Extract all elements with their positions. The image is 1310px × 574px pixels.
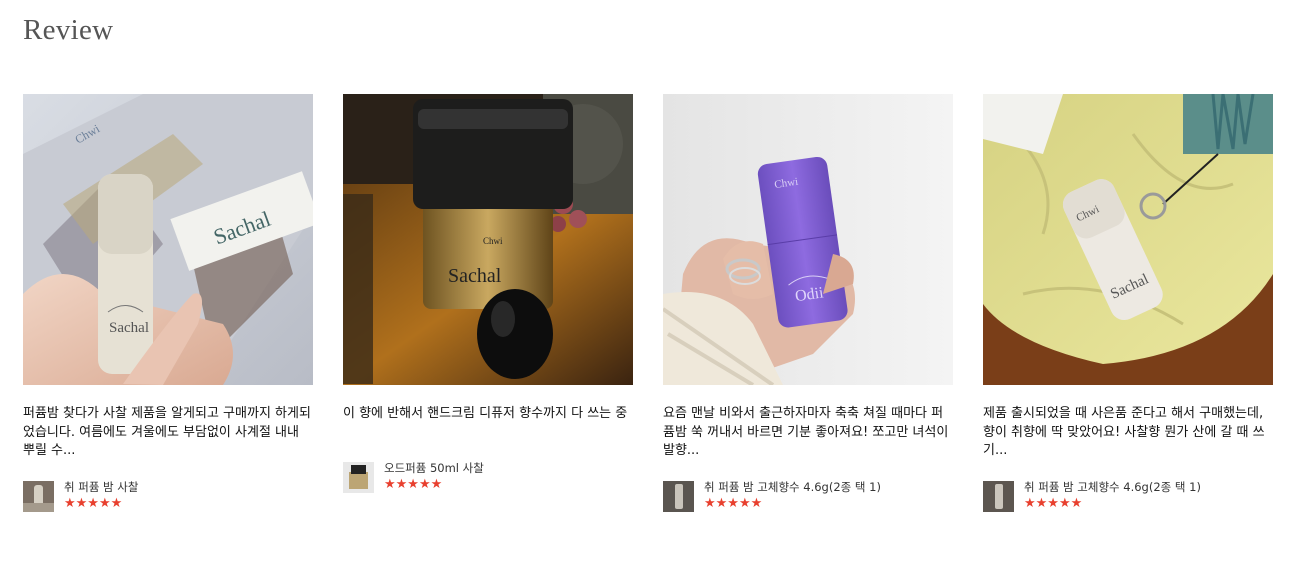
review-photo-image: Chwi Odii xyxy=(663,94,953,385)
product-thumbnail[interactable] xyxy=(663,481,694,512)
product-info: 취 퍼퓸 밤 고체향수 4.6g(2종 택 1) ★★★★★ xyxy=(663,480,953,512)
bottle-brand-text: Chwi xyxy=(483,236,503,246)
product-info: 취 퍼퓸 밤 사찰 ★★★★★ xyxy=(23,480,313,512)
product-name[interactable]: 오드퍼퓸 50ml 사찰 xyxy=(384,461,484,475)
section-title: Review xyxy=(23,14,114,46)
product-name[interactable]: 취 퍼퓸 밤 고체향수 4.6g(2종 택 1) xyxy=(1024,480,1201,494)
review-photo[interactable]: Chwi Sachal xyxy=(343,94,633,385)
review-card[interactable]: Sachal Chwi Sachal 퍼퓸밤 찾다가 사찰 제품을 알게되고 구… xyxy=(23,94,313,512)
review-photo[interactable]: Chwi Sachal xyxy=(983,94,1273,385)
product-thumbnail[interactable] xyxy=(23,481,54,512)
product-info: 취 퍼퓸 밤 고체향수 4.6g(2종 택 1) ★★★★★ xyxy=(983,480,1273,512)
review-text[interactable]: 이 향에 반해서 핸드크림 디퓨저 향수까지 다 쓰는 중 xyxy=(343,405,633,443)
review-photo[interactable]: Chwi Odii xyxy=(663,94,953,385)
stick-label-text: Sachal xyxy=(109,320,149,336)
review-photo-image: Chwi Sachal xyxy=(343,94,633,385)
review-card[interactable]: Chwi Sachal 제품 출시되었을 때 사은품 준다고 해서 구매했는데,… xyxy=(983,94,1273,512)
product-thumbnail[interactable] xyxy=(983,481,1014,512)
review-card[interactable]: Chwi Sachal 이 향에 반해서 핸드크림 디퓨저 향수까지 다 쓰는 … xyxy=(343,94,633,493)
rating-stars: ★★★★★ xyxy=(64,496,123,511)
review-text[interactable]: 요즘 맨날 비와서 출근하자마자 축축 쳐질 때마다 퍼퓸밤 쑥 꺼내서 바르면… xyxy=(663,405,953,461)
product-thumbnail[interactable] xyxy=(343,462,374,493)
review-photo-image: Chwi Sachal xyxy=(983,94,1273,385)
bottle-label-text: Sachal xyxy=(448,265,502,287)
review-text[interactable]: 제품 출시되었을 때 사은품 준다고 해서 구매했는데, 향이 취향에 딱 맞았… xyxy=(983,405,1273,461)
review-card[interactable]: Chwi Odii 요즘 맨날 비와서 출근하자마자 축축 쳐질 때마다 퍼퓸밤… xyxy=(663,94,953,512)
product-info: 오드퍼퓸 50ml 사찰 ★★★★★ xyxy=(343,461,633,493)
review-text[interactable]: 퍼퓸밤 찾다가 사찰 제품을 알게되고 구매까지 하게되었습니다. 여름에도 겨… xyxy=(23,405,313,461)
rating-stars: ★★★★★ xyxy=(1024,496,1083,511)
product-name[interactable]: 취 퍼퓸 밤 고체향수 4.6g(2종 택 1) xyxy=(704,480,881,494)
review-photo[interactable]: Sachal Chwi Sachal xyxy=(23,94,313,385)
review-photo-image: Sachal Chwi Sachal xyxy=(23,94,313,385)
rating-stars: ★★★★★ xyxy=(384,477,443,492)
rating-stars: ★★★★★ xyxy=(704,496,763,511)
product-name[interactable]: 취 퍼퓸 밤 사찰 xyxy=(64,480,138,494)
